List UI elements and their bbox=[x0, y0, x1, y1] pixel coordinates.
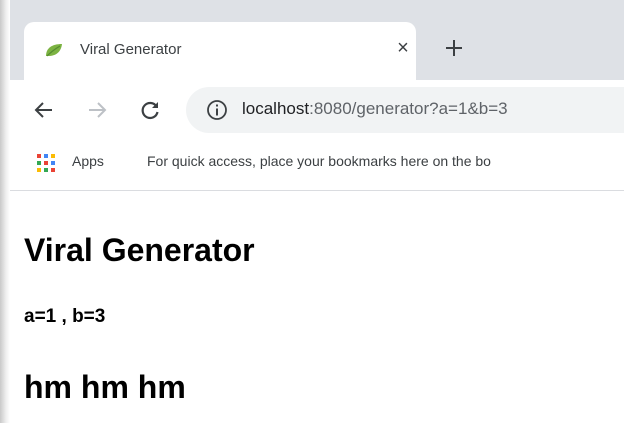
apps-bookmark[interactable]: Apps bbox=[72, 153, 104, 169]
message-heading: hm hm hm bbox=[24, 369, 186, 405]
leaf-icon bbox=[46, 44, 62, 57]
url-host: localhost bbox=[242, 99, 310, 118]
tab-title: Viral Generator bbox=[80, 41, 182, 58]
url-text[interactable]: localhost:8080/generator?a=1&b=3 bbox=[242, 99, 508, 119]
page-title: Viral Generator bbox=[24, 232, 255, 268]
params-heading: a=1 , b=3 bbox=[24, 306, 106, 327]
arrow-right-icon[interactable] bbox=[87, 100, 107, 120]
tab-viral-generator[interactable]: Viral Generator × bbox=[24, 22, 416, 80]
info-icon[interactable] bbox=[206, 99, 228, 121]
url-path: :8080/generator?a=1&b=3 bbox=[309, 99, 508, 118]
bookmarks-hint: For quick access, place your bookmarks h… bbox=[147, 153, 491, 169]
reload-icon[interactable] bbox=[139, 99, 161, 121]
close-icon[interactable]: × bbox=[392, 37, 414, 59]
plus-icon[interactable] bbox=[442, 36, 466, 60]
apps-grid-icon[interactable] bbox=[37, 154, 55, 172]
window-edge-shadow bbox=[0, 0, 10, 423]
arrow-left-icon[interactable] bbox=[34, 100, 54, 120]
